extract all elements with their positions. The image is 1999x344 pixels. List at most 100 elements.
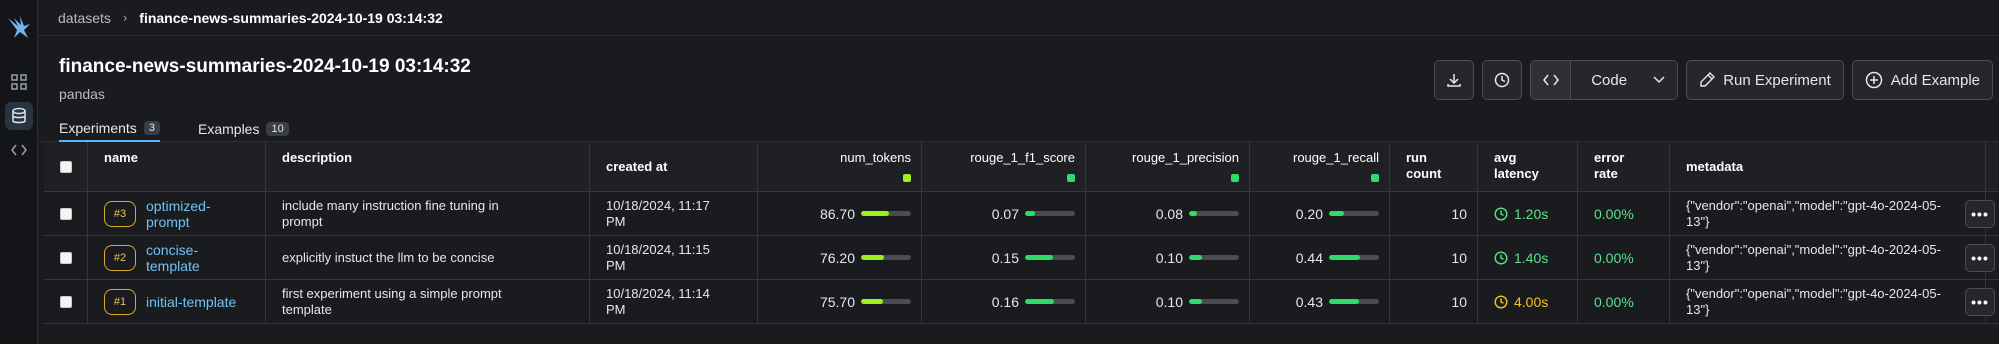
row-more-button[interactable]: ••• [1965,244,1995,272]
color-swatch [1067,174,1075,182]
description-line1: explicitly instuct the llm to be concise [282,249,495,265]
add-example-button[interactable]: Add Example [1851,60,1993,100]
metadata-line2: 13"} [1686,257,1710,273]
database-icon[interactable] [5,102,33,130]
select-all-checkbox[interactable] [59,160,72,173]
experiment-name-line1: optimized- [146,197,211,214]
header-rouge-precision[interactable]: rouge_1_precision [1086,142,1250,191]
header-run-count-line2: count [1406,166,1442,181]
row-select-cell [44,280,88,323]
tab-bar: Experiments 3 Examples 10 [38,112,1999,142]
created-at-cell: 10/18/2024, 11:17 PM [590,192,758,235]
more-horizontal-icon: ••• [1971,250,1989,266]
experiment-name-link[interactable]: initial-template [146,294,236,310]
header-num-tokens[interactable]: num_tokens [758,142,922,191]
experiment-name-link[interactable]: concise- template [146,242,200,274]
clock-icon [1494,250,1508,265]
rouge-recall-cell: 0.43 [1250,280,1390,323]
row-checkbox[interactable] [59,207,72,220]
row-more-button[interactable]: ••• [1965,200,1995,228]
header-error-rate-line2: rate [1594,166,1618,181]
created-at-line2: PM [606,257,626,273]
header-run-count[interactable]: run count [1390,142,1478,191]
description-cell: include many instruction fine tuning in … [266,192,590,235]
rouge-recall-value: 0.43 [1295,293,1323,310]
page-subtitle: pandas [59,86,105,102]
breadcrumb-datasets-link[interactable]: datasets [58,10,111,26]
tab-examples-count: 10 [266,122,289,136]
rouge-precision-bar [1189,255,1239,260]
sequence-badge: #3 [104,200,136,227]
run-count-value: 10 [1451,249,1467,266]
created-at-line2: PM [606,213,626,229]
experiment-name-line1: initial-template [146,293,237,310]
header-rouge-recall[interactable]: rouge_1_recall [1250,142,1390,191]
phoenix-logo-icon[interactable] [6,14,32,42]
breadcrumb: datasets › finance-news-summaries-2024-1… [38,0,1999,36]
metadata-line2: 13"} [1686,301,1710,317]
page-title: finance-news-summaries-2024-10-19 03:14:… [59,56,471,77]
error-rate-value: 0.00% [1594,205,1634,222]
rouge-recall-bar [1329,299,1379,304]
name-cell: #3 optimized- prompt [88,192,266,235]
experiment-name-link[interactable]: optimized- prompt [146,198,211,230]
header-avg-latency[interactable]: avg latency [1478,142,1578,191]
header-description[interactable]: description [266,142,590,191]
header-avg-latency-line1: avg [1494,150,1517,165]
header-rouge-precision-label: rouge_1_precision [1132,150,1239,165]
run-experiment-button[interactable]: Run Experiment [1686,60,1844,100]
row-checkbox[interactable] [59,251,72,264]
header-error-rate[interactable]: error rate [1578,142,1670,191]
rouge-precision-value: 0.10 [1155,249,1183,266]
header-rouge-f1[interactable]: rouge_1_f1_score [922,142,1086,191]
breadcrumb-current: finance-news-summaries-2024-10-19 03:14:… [139,9,443,26]
tab-experiments[interactable]: Experiments 3 [59,116,160,142]
action-toolbar: Code Run Experiment Add Example [1434,60,1993,100]
row-select-cell [44,236,88,279]
grid-icon[interactable] [5,68,33,96]
description-line2: prompt [282,213,323,229]
created-at-cell: 10/18/2024, 11:14 PM [590,280,758,323]
row-checkbox[interactable] [59,295,72,308]
header-name[interactable]: name [88,142,266,191]
rouge-recall-cell: 0.20 [1250,192,1390,235]
rouge-recall-bar [1329,211,1379,216]
table-row[interactable]: #2 concise- template explicitly instuct … [44,236,1999,280]
more-horizontal-icon: ••• [1971,294,1989,310]
clock-icon [1494,72,1510,88]
color-swatch [903,174,911,182]
num-tokens-bar [861,255,911,260]
code-icon[interactable] [5,136,33,164]
rouge-precision-value: 0.08 [1155,205,1183,222]
rouge-precision-cell: 0.08 [1086,192,1250,235]
tab-examples[interactable]: Examples 10 [198,116,289,142]
table-row[interactable]: #3 optimized- prompt include many instru… [44,192,1999,236]
metadata-line1: {"vendor":"openai","model":"gpt-4o-2024-… [1686,197,1941,213]
download-button[interactable] [1434,60,1475,100]
metadata-cell: {"vendor":"openai","model":"gpt-4o-2024-… [1670,236,1986,279]
rouge-precision-bar [1189,299,1239,304]
clock-icon [1494,294,1508,309]
header-metadata[interactable]: metadata [1670,142,1986,191]
description-line1: first experiment using a simple prompt [282,285,502,301]
num-tokens-value: 76.20 [819,249,855,266]
row-more-button[interactable]: ••• [1965,288,1995,316]
header-created-at[interactable]: created at [590,142,758,191]
name-cell: #2 concise- template [88,236,266,279]
rouge-f1-cell: 0.16 [922,280,1086,323]
run-experiment-label: Run Experiment [1723,71,1831,89]
table-row[interactable]: #1 initial-template first experiment usi… [44,280,1999,324]
code-dropdown[interactable]: Code [1530,60,1679,100]
header-rouge-recall-label: rouge_1_recall [1292,150,1379,165]
history-button[interactable] [1482,60,1523,100]
latency-cell: 1.20s [1478,192,1578,235]
header-rouge-f1-label: rouge_1_f1_score [970,150,1075,165]
num-tokens-value: 75.70 [819,293,855,310]
description-cell: explicitly instuct the llm to be concise [266,236,590,279]
metadata-cell: {"vendor":"openai","model":"gpt-4o-2024-… [1670,280,1986,323]
run-count-value: 10 [1451,205,1467,222]
experiment-name-line2: template [146,257,200,274]
description-line2: template [282,301,332,317]
num-tokens-bar [861,299,911,304]
color-swatch [1231,174,1239,182]
